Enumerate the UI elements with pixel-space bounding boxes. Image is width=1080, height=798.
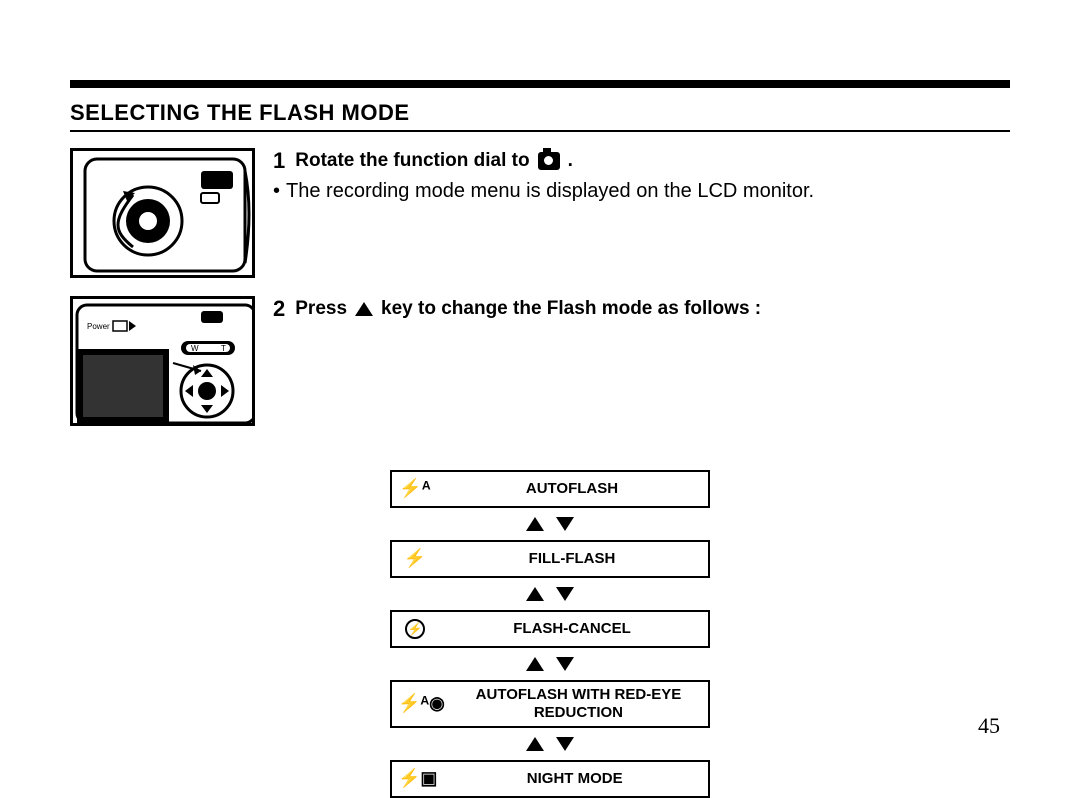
flash-night-icon: ⚡▣ bbox=[398, 766, 437, 792]
flash-modes-list: ⚡ᴬ AUTOFLASH ⚡ FILL-FLASH ⚡ FLASH-CANCEL… bbox=[390, 470, 710, 798]
mode-flashcancel: ⚡ FLASH-CANCEL bbox=[390, 610, 710, 648]
arrow-up-icon bbox=[526, 587, 544, 601]
arrow-down-icon bbox=[556, 657, 574, 671]
step-2-text: 2 Press key to change the Flash mode as … bbox=[273, 296, 1010, 322]
mode-arrows-1 bbox=[390, 508, 710, 540]
step-1-period: . bbox=[568, 150, 573, 172]
step-2-number: 2 bbox=[273, 296, 285, 322]
flash-redeye-icon: ⚡ᴬ◉ bbox=[398, 691, 445, 717]
illustration-2-wrap: Power W T bbox=[70, 296, 255, 426]
mode-flashcancel-label: FLASH-CANCEL bbox=[442, 620, 702, 638]
mode-night-label: NIGHT MODE bbox=[447, 770, 702, 788]
step-1-bullet-text: The recording mode menu is displayed on … bbox=[286, 180, 814, 203]
flash-cancel-icon: ⚡ bbox=[398, 616, 432, 642]
step-1-row: 1 Rotate the function dial to . • The re… bbox=[70, 148, 1010, 278]
mode-autoflash-label: AUTOFLASH bbox=[442, 480, 702, 498]
mode-redeye-label: AUTOFLASH WITH RED-EYE REDUCTION bbox=[455, 686, 702, 722]
step-2-before: Press bbox=[295, 298, 347, 320]
svg-text:W: W bbox=[191, 344, 199, 353]
section-title: SELECTING THE FLASH MODE bbox=[70, 100, 1010, 132]
step-1-text: 1 Rotate the function dial to . • The re… bbox=[273, 148, 1010, 203]
camera-back-svg: Power W T bbox=[73, 299, 255, 426]
bullet-dot: • bbox=[273, 180, 280, 203]
step-1-main-text: Rotate the function dial to bbox=[295, 150, 529, 172]
svg-text:T: T bbox=[221, 344, 226, 353]
camera-top-svg bbox=[73, 151, 255, 278]
step-1-number: 1 bbox=[273, 148, 285, 174]
step-2-line: 2 Press key to change the Flash mode as … bbox=[273, 296, 1010, 322]
mode-night: ⚡▣ NIGHT MODE bbox=[390, 760, 710, 798]
top-rule bbox=[70, 80, 1010, 88]
step-1-bullet: • The recording mode menu is displayed o… bbox=[273, 180, 1010, 203]
mode-redeye-line2: REDUCTION bbox=[534, 704, 623, 721]
arrow-down-icon bbox=[556, 517, 574, 531]
step-1-line: 1 Rotate the function dial to . bbox=[273, 148, 1010, 174]
flash-auto-icon: ⚡ᴬ bbox=[398, 476, 432, 502]
mode-arrows-3 bbox=[390, 648, 710, 680]
arrow-up-icon bbox=[526, 737, 544, 751]
power-label-svg: Power bbox=[87, 322, 110, 331]
arrow-up-icon bbox=[526, 657, 544, 671]
illustration-2: Power W T bbox=[70, 296, 255, 426]
arrow-down-icon bbox=[556, 587, 574, 601]
page-number: 45 bbox=[978, 713, 1000, 739]
mode-redeye: ⚡ᴬ◉ AUTOFLASH WITH RED-EYE REDUCTION bbox=[390, 680, 710, 728]
mode-fillflash: ⚡ FILL-FLASH bbox=[390, 540, 710, 578]
page-content: SELECTING THE FLASH MODE 1 bbox=[70, 80, 1010, 798]
up-key-icon bbox=[355, 302, 373, 316]
step-2-after: key to change the Flash mode as follows … bbox=[381, 298, 761, 320]
illustration-1 bbox=[70, 148, 255, 278]
arrow-up-icon bbox=[526, 517, 544, 531]
arrow-down-icon bbox=[556, 737, 574, 751]
illustration-1-wrap bbox=[70, 148, 255, 278]
mode-arrows-4 bbox=[390, 728, 710, 760]
mode-fillflash-label: FILL-FLASH bbox=[442, 550, 702, 568]
mode-autoflash: ⚡ᴬ AUTOFLASH bbox=[390, 470, 710, 508]
flash-icon: ⚡ bbox=[398, 546, 432, 572]
mode-redeye-line1: AUTOFLASH WITH RED-EYE bbox=[476, 686, 682, 703]
step-2-row: Power W T bbox=[70, 296, 1010, 426]
mode-arrows-2 bbox=[390, 578, 710, 610]
camera-mode-icon bbox=[538, 152, 560, 170]
